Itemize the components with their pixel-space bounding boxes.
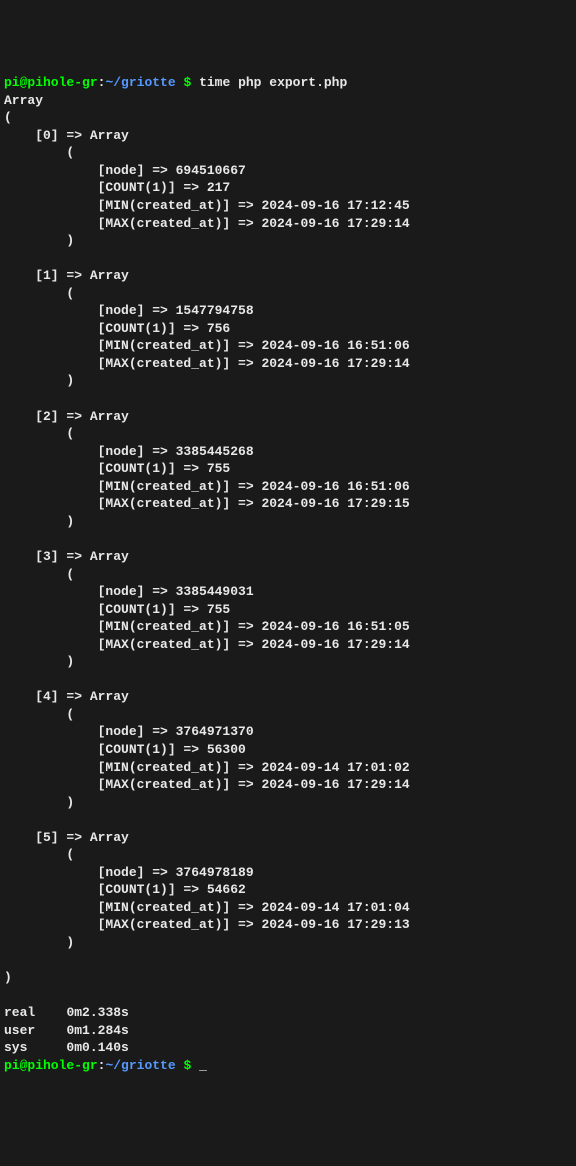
prompt2-separator: : [98, 1058, 106, 1073]
prompt2-dollar: $ [176, 1058, 199, 1073]
timing-real-value: 0m2.338s [66, 1005, 128, 1020]
prompt2-path: ~/griotte [105, 1058, 175, 1073]
timing-user-value: 0m1.284s [66, 1023, 128, 1038]
timing-real-label: real [4, 1005, 35, 1020]
output-header: Array ( [4, 93, 43, 126]
cursor: _ [199, 1058, 207, 1073]
prompt-user-host: pi@pihole-gr [4, 75, 98, 90]
prompt-path: ~/griotte [105, 75, 175, 90]
array-entries: [0] => Array ( [node] => 694510667 [COUN… [4, 128, 410, 950]
timing-user-label: user [4, 1023, 35, 1038]
prompt2-user-host: pi@pihole-gr [4, 1058, 98, 1073]
timing-sys-label: sys [4, 1040, 27, 1055]
timing-sys-value: 0m0.140s [66, 1040, 128, 1055]
output-footer: ) [4, 970, 12, 985]
terminal[interactable]: pi@pihole-gr:~/griotte $ time php export… [4, 74, 572, 1074]
command-text: time php export.php [199, 75, 347, 90]
prompt-dollar: $ [176, 75, 199, 90]
